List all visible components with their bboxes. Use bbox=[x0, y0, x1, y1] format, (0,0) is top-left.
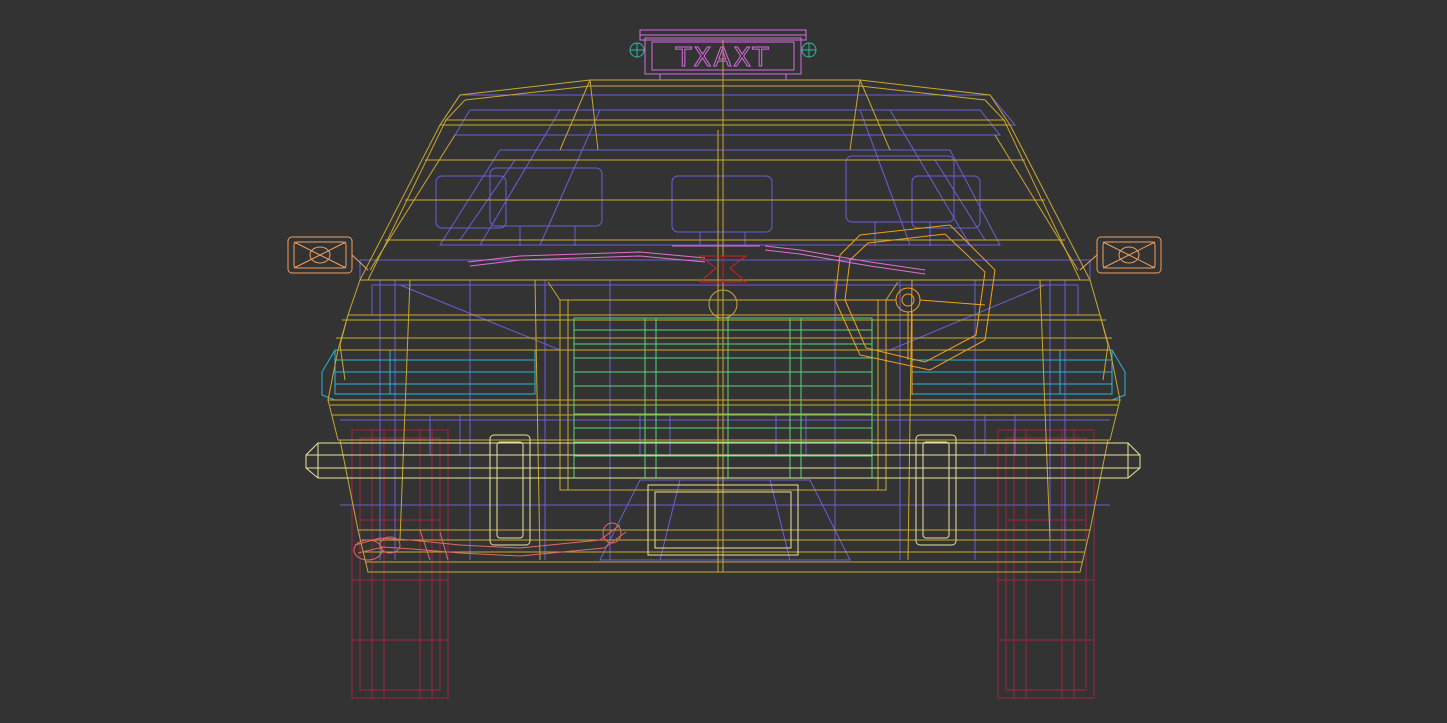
roof-sign-text: TXAXT bbox=[675, 43, 771, 73]
headlight-right bbox=[911, 349, 1126, 401]
sign-light-left bbox=[629, 42, 645, 58]
wireframe-viewport[interactable]: TXAXT bbox=[0, 0, 1447, 723]
steering-wheel bbox=[834, 224, 996, 395]
side-mirror-right bbox=[1079, 236, 1162, 274]
wheel-right bbox=[997, 429, 1095, 699]
headlight-left bbox=[321, 349, 536, 401]
sign-light-right bbox=[801, 42, 817, 58]
taxi-wireframe-model[interactable]: TXAXT bbox=[0, 0, 1447, 723]
side-mirror-left bbox=[287, 236, 369, 274]
